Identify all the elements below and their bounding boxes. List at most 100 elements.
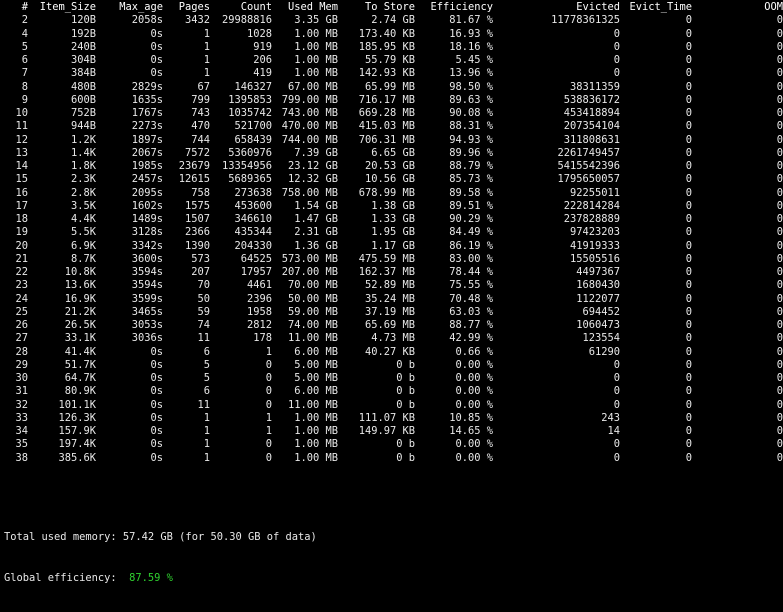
cell-evict-time: 0 <box>685 213 692 225</box>
cell-evict-time: 0 <box>685 226 692 239</box>
cell-evict-time: 0 <box>685 199 692 212</box>
cell-pages: 207 <box>191 266 210 278</box>
cell-evict-time: 0 <box>685 279 692 292</box>
cell-id: 21 <box>15 252 28 265</box>
cell-item-size: 101.1K <box>58 398 96 411</box>
cell-item-size: 600B <box>70 93 96 106</box>
cell-to-store: 185.95 KB <box>358 40 415 53</box>
table-row: 38 385.6K 0s 1 0 1.00 MB 0 b 0.00 % 0 0 0 <box>0 452 783 465</box>
cell-efficiency: 89.58 % <box>449 186 493 199</box>
cell-count: 13354956 <box>221 160 272 172</box>
cell-id: 27 <box>15 332 28 345</box>
cell-count: 273638 <box>234 186 272 199</box>
cell-efficiency: 98.50 % <box>449 80 493 93</box>
cell-pages: 1 <box>203 67 210 80</box>
cell-oom: 0 <box>776 385 783 398</box>
cell-pages: 1 <box>203 451 210 464</box>
cell-evict-time: 0 <box>685 186 692 199</box>
cell-max-age: 1897s <box>131 133 163 146</box>
table-row: 35 197.4K 0s 1 0 1.00 MB 0 b 0.00 % 0 0 0 <box>0 438 783 451</box>
cell-item-size: 13.6K <box>64 279 96 292</box>
cell-evict-time: 0 <box>685 398 692 411</box>
cell-evict-time: 0 <box>685 93 692 106</box>
table-row: 12 1.2K 1897s 744 658439 744.00 MB 706.31 MB 94… <box>0 134 783 147</box>
cell-to-store: 678.99 MB <box>358 186 415 199</box>
cell-count: 0 <box>265 438 272 451</box>
table-row: 2 120B 2058s 3432 29988816 3.35 GB 2.74 GB 81.6… <box>0 14 783 27</box>
cell-item-size: 80.9K <box>64 385 96 398</box>
cell-used-mem: 6.00 MB <box>294 345 338 358</box>
cell-used-mem: 70.00 MB <box>287 279 338 292</box>
cell-pages: 758 <box>191 186 210 199</box>
cell-max-age: 1635s <box>131 93 163 106</box>
cell-count: 658439 <box>234 133 272 146</box>
cell-max-age: 0s <box>150 358 163 371</box>
cell-pages: 74 <box>197 319 210 331</box>
cell-count: 453600 <box>234 199 272 212</box>
cell-efficiency: 88.79 % <box>449 160 493 172</box>
cell-to-store: 173.40 KB <box>358 27 415 40</box>
column-header-id: # <box>21 1 28 13</box>
cell-evict-time: 0 <box>685 173 692 186</box>
cell-count: 1 <box>265 411 272 424</box>
cell-efficiency: 63.03 % <box>449 305 493 318</box>
cell-id: 2 <box>21 14 28 27</box>
cell-evicted: 453418894 <box>563 107 620 119</box>
table-row: 26 26.5K 3053s 74 2812 74.00 MB 65.69 MB 88.77 … <box>0 319 783 332</box>
cell-oom: 0 <box>776 451 783 464</box>
cell-pages: 11 <box>197 332 210 345</box>
cell-count: 346610 <box>234 213 272 225</box>
cell-used-mem: 59.00 MB <box>287 305 338 318</box>
cell-id: 38 <box>15 451 28 464</box>
table-row: 20 6.9K 3342s 1390 204330 1.36 GB 1.17 GB 86.19… <box>0 240 783 253</box>
cell-used-mem: 2.31 GB <box>294 226 338 239</box>
cell-pages: 1 <box>203 411 210 424</box>
cell-count: 0 <box>265 372 272 384</box>
cell-efficiency: 90.08 % <box>449 107 493 119</box>
cell-efficiency: 78.44 % <box>449 266 493 278</box>
cell-used-mem: 7.39 GB <box>294 146 338 159</box>
cell-pages: 67 <box>197 80 210 93</box>
cell-oom: 0 <box>776 372 783 384</box>
cell-pages: 6 <box>203 385 210 398</box>
cell-item-size: 192B <box>70 27 96 40</box>
cell-item-size: 64.7K <box>64 372 96 384</box>
cell-max-age: 0s <box>150 411 163 424</box>
table-row: 30 64.7K 0s 5 0 5.00 MB 0 b 0.00 % 0 0 0 <box>0 372 783 385</box>
cell-item-size: 1.4K <box>70 146 96 159</box>
cell-item-size: 21.2K <box>64 305 96 318</box>
terminal-window: # Item_Size Max_age Pages Count Used Mem To St… <box>0 0 783 584</box>
cell-used-mem: 11.00 MB <box>287 332 338 345</box>
cell-oom: 0 <box>776 14 783 27</box>
cell-id: 34 <box>15 425 28 437</box>
cell-max-age: 2829s <box>131 80 163 93</box>
cell-max-age: 0s <box>150 345 163 358</box>
cell-item-size: 1.8K <box>70 160 96 172</box>
cell-used-mem: 1.00 MB <box>294 425 338 437</box>
table-row: 29 51.7K 0s 5 0 5.00 MB 0 b 0.00 % 0 0 0 <box>0 359 783 372</box>
cell-count: 1 <box>265 345 272 358</box>
cell-max-age: 0s <box>150 27 163 40</box>
cell-oom: 0 <box>776 80 783 93</box>
cell-oom: 0 <box>776 120 783 133</box>
cell-oom: 0 <box>776 438 783 451</box>
cell-oom: 0 <box>776 146 783 159</box>
cell-used-mem: 5.00 MB <box>294 358 338 371</box>
cell-evicted: 207354104 <box>563 120 620 133</box>
cell-to-store: 0 b <box>396 398 415 411</box>
cell-id: 19 <box>15 226 28 239</box>
cell-to-store: 0 b <box>396 438 415 451</box>
cell-evict-time: 0 <box>685 133 692 146</box>
cell-to-store: 415.03 MB <box>358 120 415 133</box>
cell-oom: 0 <box>776 40 783 53</box>
cell-pages: 2366 <box>184 226 210 239</box>
cell-efficiency: 70.48 % <box>449 292 493 305</box>
table-header-row: # Item_Size Max_age Pages Count Used Mem To St… <box>0 1 783 14</box>
cell-evicted: 2261749457 <box>557 146 620 159</box>
cell-used-mem: 3.35 GB <box>294 14 338 27</box>
cell-oom: 0 <box>776 54 783 66</box>
cell-pages: 5 <box>203 358 210 371</box>
cell-count: 1395853 <box>228 93 272 106</box>
column-header-pages: Pages <box>178 1 210 13</box>
cell-to-store: 111.07 KB <box>358 411 415 424</box>
